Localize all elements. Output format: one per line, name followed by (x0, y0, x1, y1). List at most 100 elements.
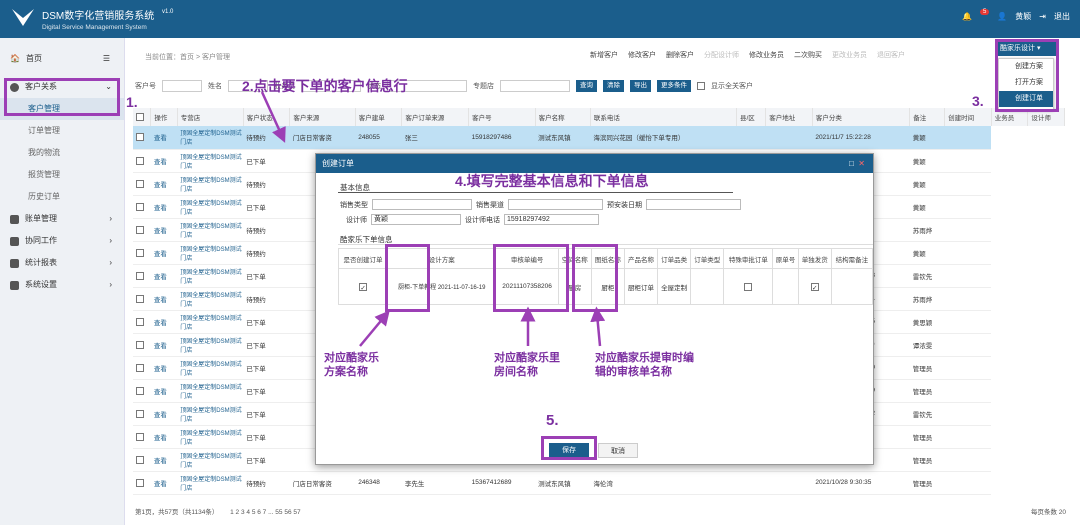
view-link[interactable]: 查看 (150, 264, 178, 288)
view-link[interactable]: 查看 (150, 471, 178, 495)
cancel-button[interactable]: 取消 (598, 443, 638, 458)
table-row[interactable]: 查看 顶固全屋定制DSM测试门店 待预约 门店日常客资 248055 张三 15918297… (133, 126, 1065, 150)
pager-pages[interactable]: 1 2 3 4 5 6 7 ... 55 56 57 (230, 509, 300, 516)
table-cell: 黄思颖 (909, 310, 945, 334)
view-link[interactable]: 查看 (150, 425, 178, 449)
export-button[interactable]: 导出 (630, 80, 651, 92)
row-checkbox[interactable] (136, 271, 144, 280)
sales-type-select[interactable] (372, 199, 472, 210)
column-header[interactable]: 联系电话 (590, 108, 737, 126)
column-header[interactable]: 客户来源 (289, 108, 356, 126)
designer-input[interactable]: 黄颖 (371, 214, 461, 225)
column-header[interactable] (133, 108, 152, 126)
row-checkbox[interactable] (136, 409, 144, 418)
row-checkbox[interactable] (136, 340, 144, 349)
select-all-checkbox[interactable] (136, 113, 144, 121)
bell-icon[interactable]: 🔔 (962, 12, 972, 21)
sidebar-item-settings[interactable]: 系统设置 › (0, 274, 124, 296)
row-checkbox[interactable] (136, 363, 144, 372)
menu-toggle-icon[interactable]: ☰ (103, 48, 110, 70)
view-link[interactable]: 查看 (150, 356, 178, 380)
special-checkbox[interactable] (744, 282, 753, 291)
column-header[interactable]: 备注 (909, 108, 946, 126)
edit-salesman-button[interactable]: 修改业务员 (749, 50, 784, 60)
row-checkbox[interactable] (136, 156, 144, 165)
type-cell (690, 268, 725, 305)
row-checkbox[interactable] (136, 432, 144, 441)
row-checkbox[interactable] (136, 317, 144, 326)
row-checkbox[interactable] (136, 294, 144, 303)
column-header[interactable]: 客户名称 (535, 108, 591, 126)
sidebar-item-home[interactable]: 🏠 首页 ☰ (0, 48, 124, 70)
add-customer-button[interactable]: 新增客户 (590, 50, 618, 60)
row-checkbox[interactable] (136, 202, 144, 211)
column-header[interactable]: 客户建单 (355, 108, 403, 126)
view-link[interactable]: 查看 (150, 310, 178, 334)
sidebar-sub-logistics[interactable]: 我的物流 (0, 142, 124, 164)
column-header[interactable]: 客户号 (468, 108, 536, 126)
view-link[interactable]: 查看 (150, 218, 178, 242)
assign-designer-button[interactable]: 分配设计师 (704, 50, 739, 60)
row-checkbox-cell (133, 448, 151, 472)
view-link[interactable]: 查看 (150, 126, 178, 150)
column-header[interactable]: 专营店 (177, 108, 244, 126)
view-link[interactable]: 查看 (150, 287, 178, 311)
ship-checkbox[interactable]: ✓ (810, 282, 819, 292)
designer-phone-input[interactable]: 15918297492 (504, 214, 599, 225)
show-all-checkbox[interactable] (697, 82, 705, 90)
row-checkbox[interactable] (136, 225, 144, 234)
table-cell: 顶固全屋定制DSM测试门店 (177, 264, 244, 288)
table-cell: 顶固全屋定制DSM测试门店 (177, 172, 244, 196)
sidebar-sub-history-orders[interactable]: 历史订单 (0, 186, 124, 208)
sidebar-sub-report-goods[interactable]: 报货管理 (0, 164, 124, 186)
row-checkbox[interactable] (136, 455, 144, 464)
query-button[interactable]: 查询 (576, 80, 597, 92)
change-salesman-button[interactable]: 更改业务员 (832, 50, 867, 60)
maximize-icon[interactable]: □ (849, 159, 854, 168)
view-link[interactable]: 查看 (150, 195, 178, 219)
page-size[interactable]: 每页条数 20 (1031, 506, 1066, 516)
sidebar-item-reports[interactable]: 统计报表 › (0, 252, 124, 274)
delete-customer-button[interactable]: 删除客户 (666, 50, 694, 60)
preinstall-input[interactable] (646, 199, 741, 210)
column-header[interactable]: 县/区 (736, 108, 767, 126)
view-link[interactable]: 查看 (150, 402, 178, 426)
sidebar-item-collab[interactable]: 协同工作 › (0, 230, 124, 252)
close-icon[interactable]: ✕ (858, 159, 865, 168)
table-cell: 管理员 (909, 379, 945, 403)
view-link[interactable]: 查看 (150, 149, 178, 173)
column-header[interactable]: 客户订单来源 (401, 108, 470, 126)
column-header[interactable]: 操作 (150, 108, 178, 126)
view-link[interactable]: 查看 (150, 379, 178, 403)
user-name[interactable]: 黄颖 (1015, 11, 1031, 22)
row-checkbox[interactable] (136, 386, 144, 395)
view-link[interactable]: 查看 (150, 448, 178, 472)
row-checkbox[interactable] (136, 478, 144, 487)
repurchase-button[interactable]: 二次购买 (794, 50, 822, 60)
table-cell: 顶固全屋定制DSM测试门店 (177, 310, 244, 334)
view-link[interactable]: 查看 (150, 333, 178, 357)
table-row[interactable]: 查看 顶固全屋定制DSM测试门店 待预约 门店日常客资 246348 李先生 1536741… (133, 471, 1065, 495)
create-order-checkbox[interactable]: ✓ (359, 282, 368, 292)
row-checkbox[interactable] (136, 248, 144, 257)
clear-button[interactable]: 清除 (603, 80, 624, 92)
logout-link[interactable]: 退出 (1054, 11, 1070, 22)
channel-select[interactable] (508, 199, 603, 210)
view-link[interactable]: 查看 (150, 172, 178, 196)
column-header[interactable]: 创建时间 (944, 108, 992, 126)
edit-customer-button[interactable]: 修改客户 (628, 50, 656, 60)
sidebar-item-billing[interactable]: 账单管理 › (0, 208, 124, 230)
annotation-step-4: 4.填写完整基本信息和下单信息 (455, 173, 649, 189)
return-customer-button[interactable]: 退回客户 (877, 50, 905, 60)
customer-no-input[interactable] (162, 80, 202, 92)
row-checkbox[interactable] (136, 133, 144, 142)
store-select[interactable] (500, 80, 570, 92)
view-link[interactable]: 查看 (150, 241, 178, 265)
column-header[interactable]: 客户状态 (243, 108, 291, 126)
column-header[interactable]: 客户地址 (765, 108, 813, 126)
row-checkbox[interactable] (136, 179, 144, 188)
app-version: v1.0 (162, 9, 174, 15)
more-conditions-button[interactable]: 更多条件 (657, 80, 691, 92)
column-header[interactable]: 客户分类 (812, 108, 911, 126)
sidebar-sub-order-manage[interactable]: 订单管理 (0, 120, 124, 142)
